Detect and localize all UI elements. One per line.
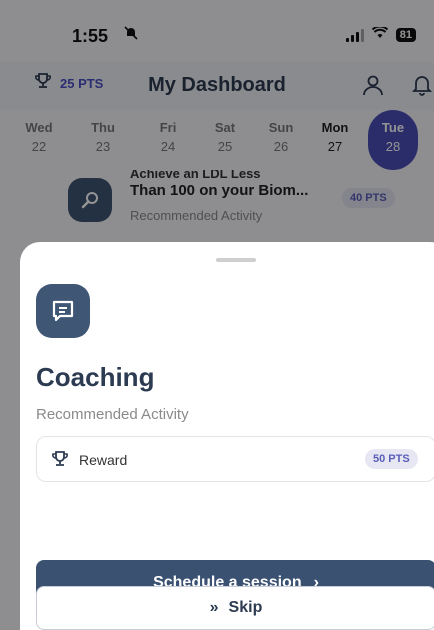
sheet-subtitle: Recommended Activity bbox=[36, 406, 189, 423]
reward-points-badge: 50 PTS bbox=[365, 449, 418, 469]
skip-button[interactable]: » Skip bbox=[36, 586, 434, 630]
reward-label: Reward bbox=[79, 452, 128, 468]
reward-row: Reward 50 PTS bbox=[36, 436, 434, 482]
skip-label: Skip bbox=[228, 599, 263, 616]
sheet-title: Coaching bbox=[36, 362, 155, 392]
trophy-icon bbox=[51, 450, 69, 473]
chat-icon bbox=[36, 284, 90, 338]
sheet-drag-handle[interactable] bbox=[216, 258, 256, 262]
double-chevron-right-icon: » bbox=[209, 599, 219, 616]
coaching-bottom-sheet: Coaching Recommended Activity Reward 50 … bbox=[20, 242, 434, 630]
